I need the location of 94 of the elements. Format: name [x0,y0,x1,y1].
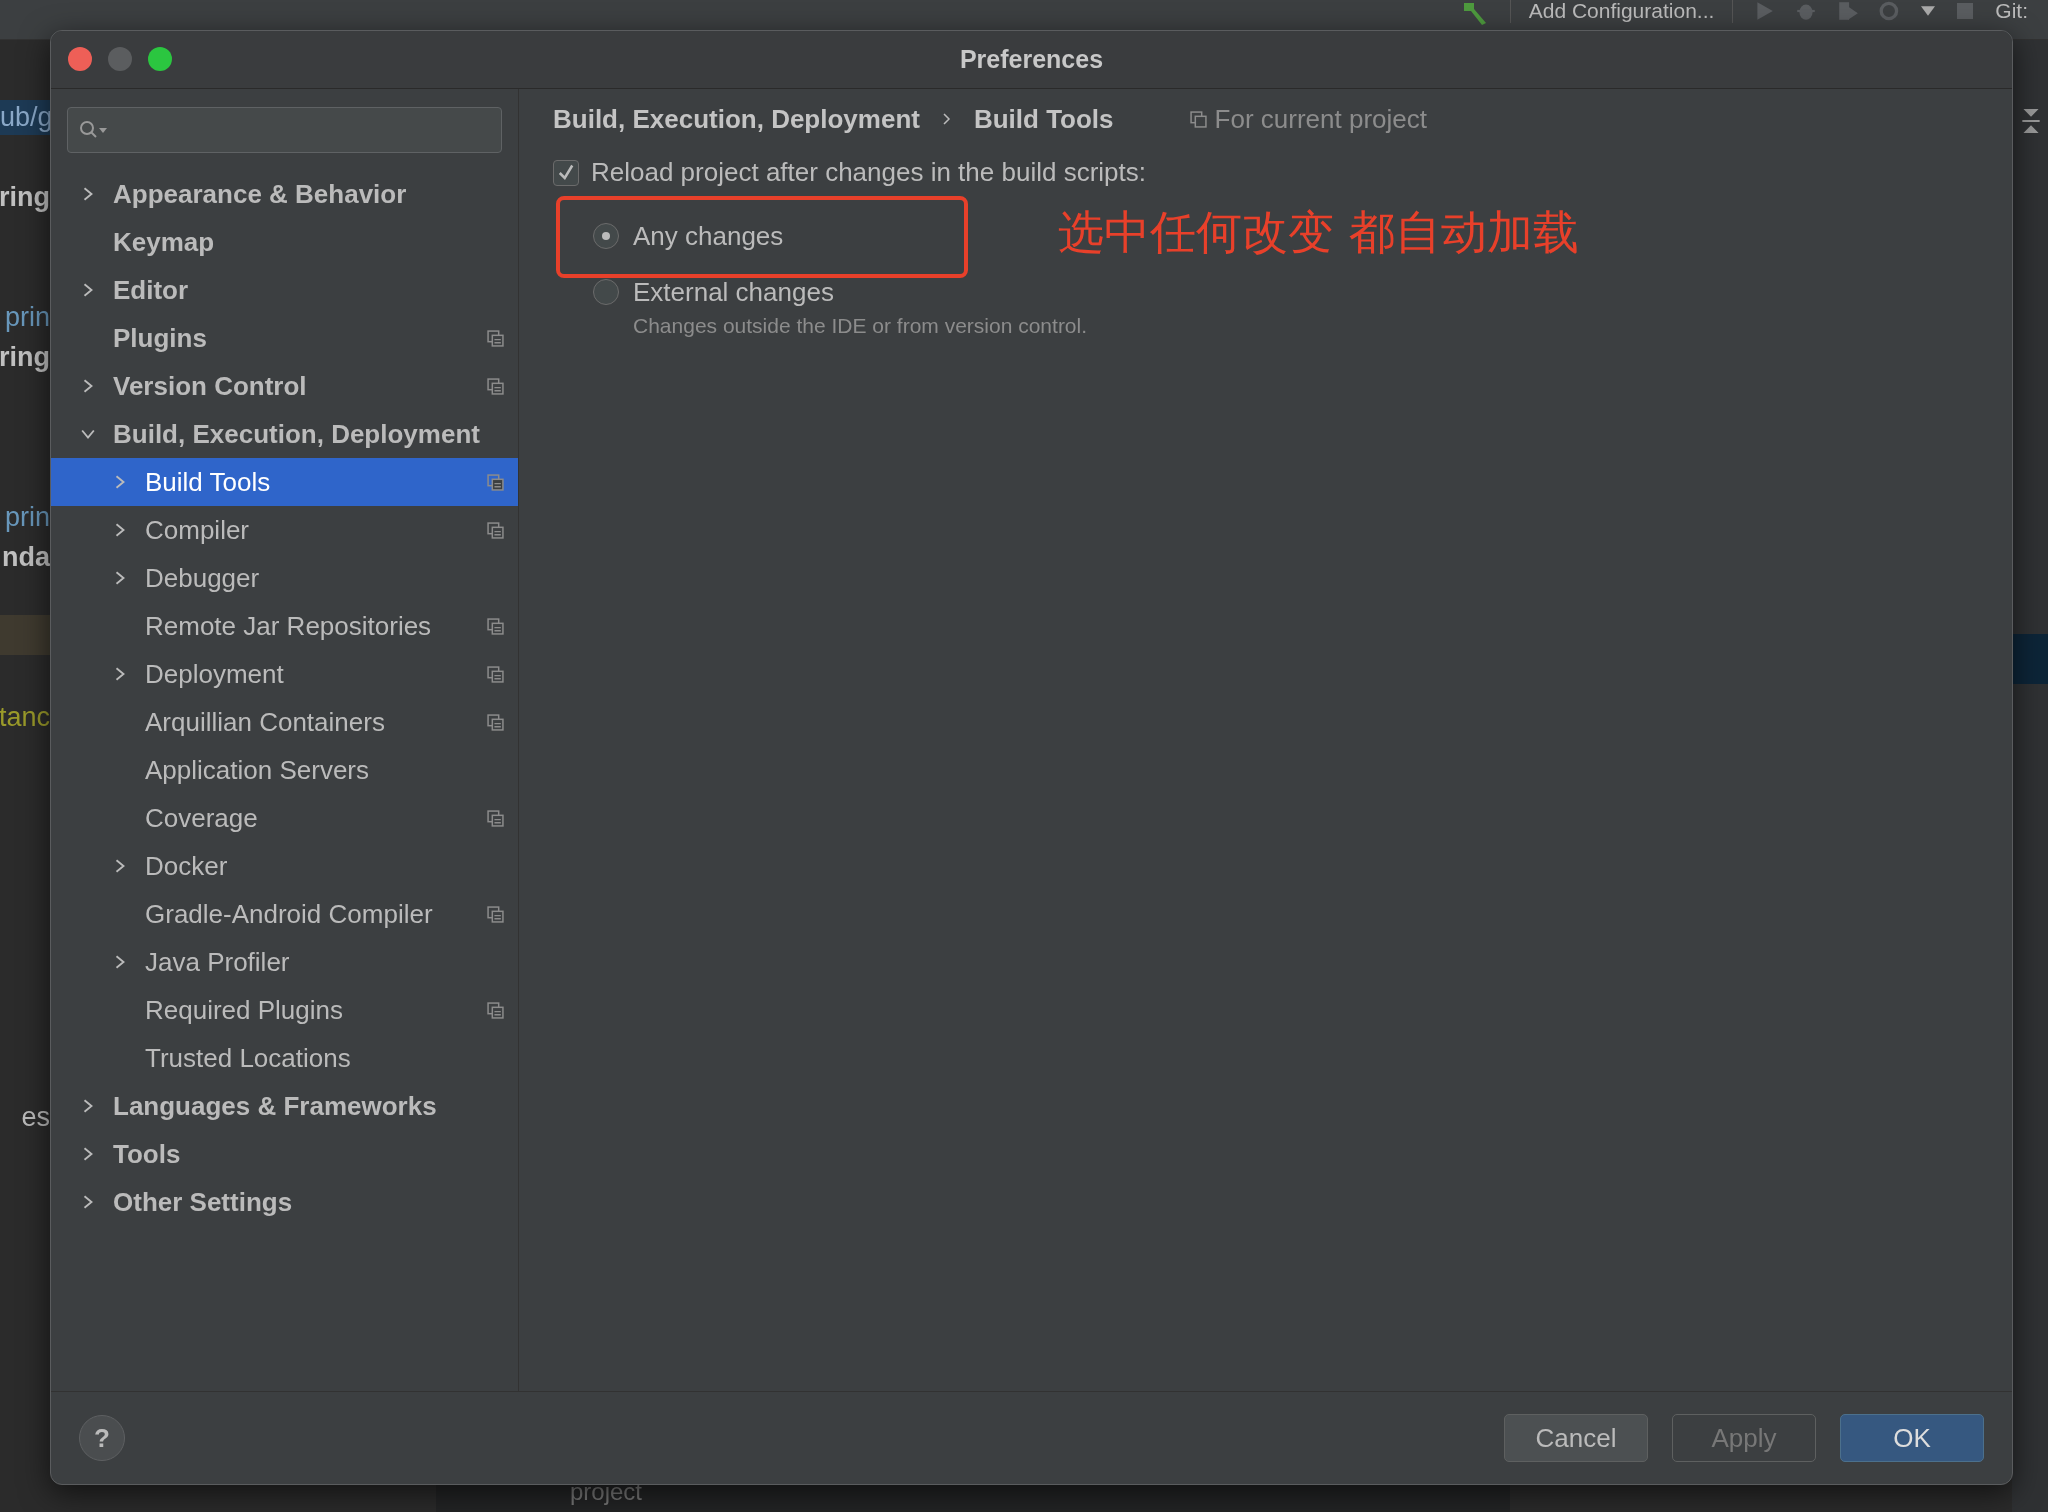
dropdown-icon[interactable] [1921,5,1936,16]
tree-item-label: Appearance & Behavior [113,178,408,210]
tree-item-label: Coverage [145,802,259,834]
tree-item-label: Gradle-Android Compiler [145,898,434,930]
chevron-icon[interactable] [81,427,95,441]
annotation-text: 选中任何改变 都自动加载 [1058,204,1579,261]
tree-item-label: Tools [113,1138,182,1170]
git-label: Git: [1995,0,2028,23]
tree-item-label: Application Servers [145,754,370,786]
tree-item[interactable]: Editor [51,266,518,314]
chevron-icon[interactable] [81,1195,95,1209]
tree-item-label: Debugger [145,562,261,594]
code-fragment: tanc [0,702,50,733]
chevron-icon[interactable] [113,523,127,537]
chevron-icon[interactable] [81,1147,95,1161]
tree-item-label: Docker [145,850,229,882]
chevron-icon[interactable] [81,1099,95,1113]
tree-item-label: Editor [113,274,190,306]
tree-item[interactable]: Debugger [51,554,518,602]
tree-item[interactable]: Compiler [51,506,518,554]
tree-item-label: Other Settings [113,1186,294,1218]
code-fragment: prin [4,302,50,333]
selection-band [2012,634,2048,684]
tree-item-label: Plugins [113,322,208,354]
run-configuration-selector[interactable]: Add Configuration... [1509,0,1734,23]
chevron-icon[interactable] [81,379,95,393]
chevron-icon[interactable] [113,955,127,969]
scope-note: For current project [1214,103,1427,135]
tree-item-label: Version Control [113,370,308,402]
tree-item-label: Languages & Frameworks [113,1090,438,1122]
radio-button[interactable] [593,279,619,305]
tree-item[interactable]: Coverage [51,794,518,842]
dialog-button[interactable]: Cancel [1504,1414,1648,1462]
tree-item-label: Trusted Locations [145,1042,352,1074]
tree-item-label: Build Tools [145,466,272,498]
breadcrumb-item: Build Tools [973,103,1114,135]
project-label: project [570,1478,643,1506]
window-title: Preferences [959,45,1104,74]
code-fragment: nda [2,542,50,573]
chevron-icon[interactable] [81,187,95,201]
tree-item-label: Build, Execution, Deployment [113,418,481,450]
tree-item-label: Compiler [145,514,251,546]
tree-item[interactable]: Required Plugins [51,986,518,1034]
zoom-button[interactable] [148,47,172,71]
tree-item[interactable]: Tools [51,1130,518,1178]
copy-icon [1189,110,1207,128]
code-fragment: es [21,1102,50,1133]
tree-item-label: Java Profiler [145,946,291,978]
tree-item[interactable]: Remote Jar Repositories [51,602,518,650]
code-fragment: prin [4,502,50,533]
help-button[interactable]: ? [79,1415,125,1461]
tree-item[interactable]: Build, Execution, Deployment [51,410,518,458]
chevron-icon[interactable] [113,571,127,585]
tree-item[interactable]: Trusted Locations [51,1034,518,1082]
tree-item-label: Arquillian Containers [145,706,386,738]
chevron-icon[interactable] [81,283,95,297]
code-fragment: ub/g [0,100,50,135]
tree-item-label: Remote Jar Repositories [145,610,433,642]
tree-item[interactable]: Gradle-Android Compiler [51,890,518,938]
tree-item[interactable]: Keymap [51,218,518,266]
close-button[interactable] [68,47,92,71]
radio-option[interactable]: External changes [593,276,834,308]
radio-option[interactable]: Any changes [593,220,784,252]
chevron-icon[interactable] [113,859,127,873]
chevron-icon [941,113,952,125]
tree-item[interactable]: Languages & Frameworks [51,1082,518,1130]
chevron-icon[interactable] [113,475,127,489]
collapse-icon[interactable] [2022,108,2040,134]
tree-item[interactable]: Build Tools [51,458,518,506]
tree-item[interactable]: Appearance & Behavior [51,170,518,218]
tree-item[interactable]: Application Servers [51,746,518,794]
tree-item-label: Required Plugins [145,994,344,1026]
tree-item[interactable]: Plugins [51,314,518,362]
code-fragment: ring [0,342,50,373]
tree-item[interactable]: Docker [51,842,518,890]
reload-checkbox[interactable] [553,159,579,186]
dialog-button[interactable]: OK [1840,1414,1984,1462]
breadcrumb-item[interactable]: Build, Execution, Deployment [553,103,920,135]
tree-item-label: Keymap [113,226,216,258]
checkbox-label: Reload project after changes in the build scripts: [591,157,1146,188]
search-field[interactable] [67,107,502,153]
tree-item[interactable]: Other Settings [51,1178,518,1226]
option-hint: Changes outside the IDE or from version control. [633,314,1089,338]
search-icon [78,120,110,140]
tree-item[interactable]: Deployment [51,650,518,698]
tree-item[interactable]: Version Control [51,362,518,410]
radio-button[interactable] [593,223,619,249]
tree-item[interactable]: Java Profiler [51,938,518,986]
tree-item[interactable]: Arquillian Containers [51,698,518,746]
chevron-icon[interactable] [113,667,127,681]
code-fragment: ring [0,182,50,213]
tree-item-label: Deployment [145,658,285,690]
line-highlight [0,615,50,655]
checkmark-icon [556,162,576,183]
